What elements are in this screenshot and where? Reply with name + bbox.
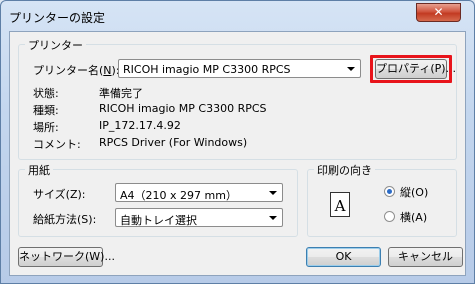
close-button[interactable]: ✕ <box>416 3 461 22</box>
paper-group: 用紙 サイズ(Z): A4（210 x 297 mm） 給紙方法(S): 自動ト… <box>18 162 298 237</box>
ok-button[interactable]: OK <box>306 247 381 267</box>
location-value: IP_172.17.4.92 <box>99 119 181 132</box>
status-value: 準備完了 <box>99 87 143 100</box>
comment-label: コメント: <box>33 138 81 151</box>
comment-value: RPCS Driver (For Windows) <box>99 136 248 149</box>
printer-name-value: RICOH imagio MP C3300 RPCS <box>123 63 291 76</box>
paper-size-value: A4（210 x 297 mm） <box>120 189 237 202</box>
printer-group-legend: プリンター <box>25 37 86 53</box>
status-label: 状態: <box>33 87 59 100</box>
portrait-radio[interactable] <box>384 186 395 197</box>
close-icon: ✕ <box>433 5 444 19</box>
paper-source-select[interactable]: 自動トレイ選択 <box>115 208 283 227</box>
portrait-label[interactable]: 縦(O) <box>400 184 428 200</box>
paper-size-select[interactable]: A4（210 x 297 mm） <box>115 183 283 202</box>
printer-name-label: プリンター名(N): <box>33 64 120 77</box>
landscape-label[interactable]: 横(A) <box>400 209 427 225</box>
highlight-box <box>370 55 452 83</box>
orientation-group-legend: 印刷の向き <box>314 162 375 178</box>
printer-name-select[interactable]: RICOH imagio MP C3300 RPCS <box>118 59 361 78</box>
dialog-body: プリンター プリンター名(N): RICOH imagio MP C3300 R… <box>9 31 466 276</box>
landscape-radio[interactable] <box>384 211 395 222</box>
paper-group-legend: 用紙 <box>25 162 53 178</box>
printer-settings-dialog: プリンターの設定 ✕ プリンター プリンター名(N): RICOH imagio… <box>0 0 475 284</box>
printer-group: プリンター プリンター名(N): RICOH imagio MP C3300 R… <box>18 37 457 160</box>
chevron-down-icon <box>269 191 277 195</box>
paper-source-value: 自動トレイ選択 <box>120 214 197 227</box>
location-label: 場所: <box>33 121 59 134</box>
orientation-group: 印刷の向き A 縦(O) 横(A) <box>307 162 457 237</box>
cancel-button[interactable]: キャンセル <box>388 247 463 267</box>
chevron-down-icon <box>269 216 277 220</box>
window-title: プリンターの設定 <box>9 11 106 25</box>
chevron-down-icon <box>347 67 355 71</box>
type-label: 種類: <box>33 104 59 117</box>
network-button[interactable]: ネットワーク(W)... <box>18 247 115 267</box>
paper-size-label: サイズ(Z): <box>33 188 86 201</box>
document-orientation-icon: A <box>330 192 350 217</box>
type-value: RICOH imagio MP C3300 RPCS <box>99 102 267 115</box>
paper-source-label: 給紙方法(S): <box>33 213 97 226</box>
title-bar[interactable]: プリンターの設定 ✕ <box>1 1 474 31</box>
